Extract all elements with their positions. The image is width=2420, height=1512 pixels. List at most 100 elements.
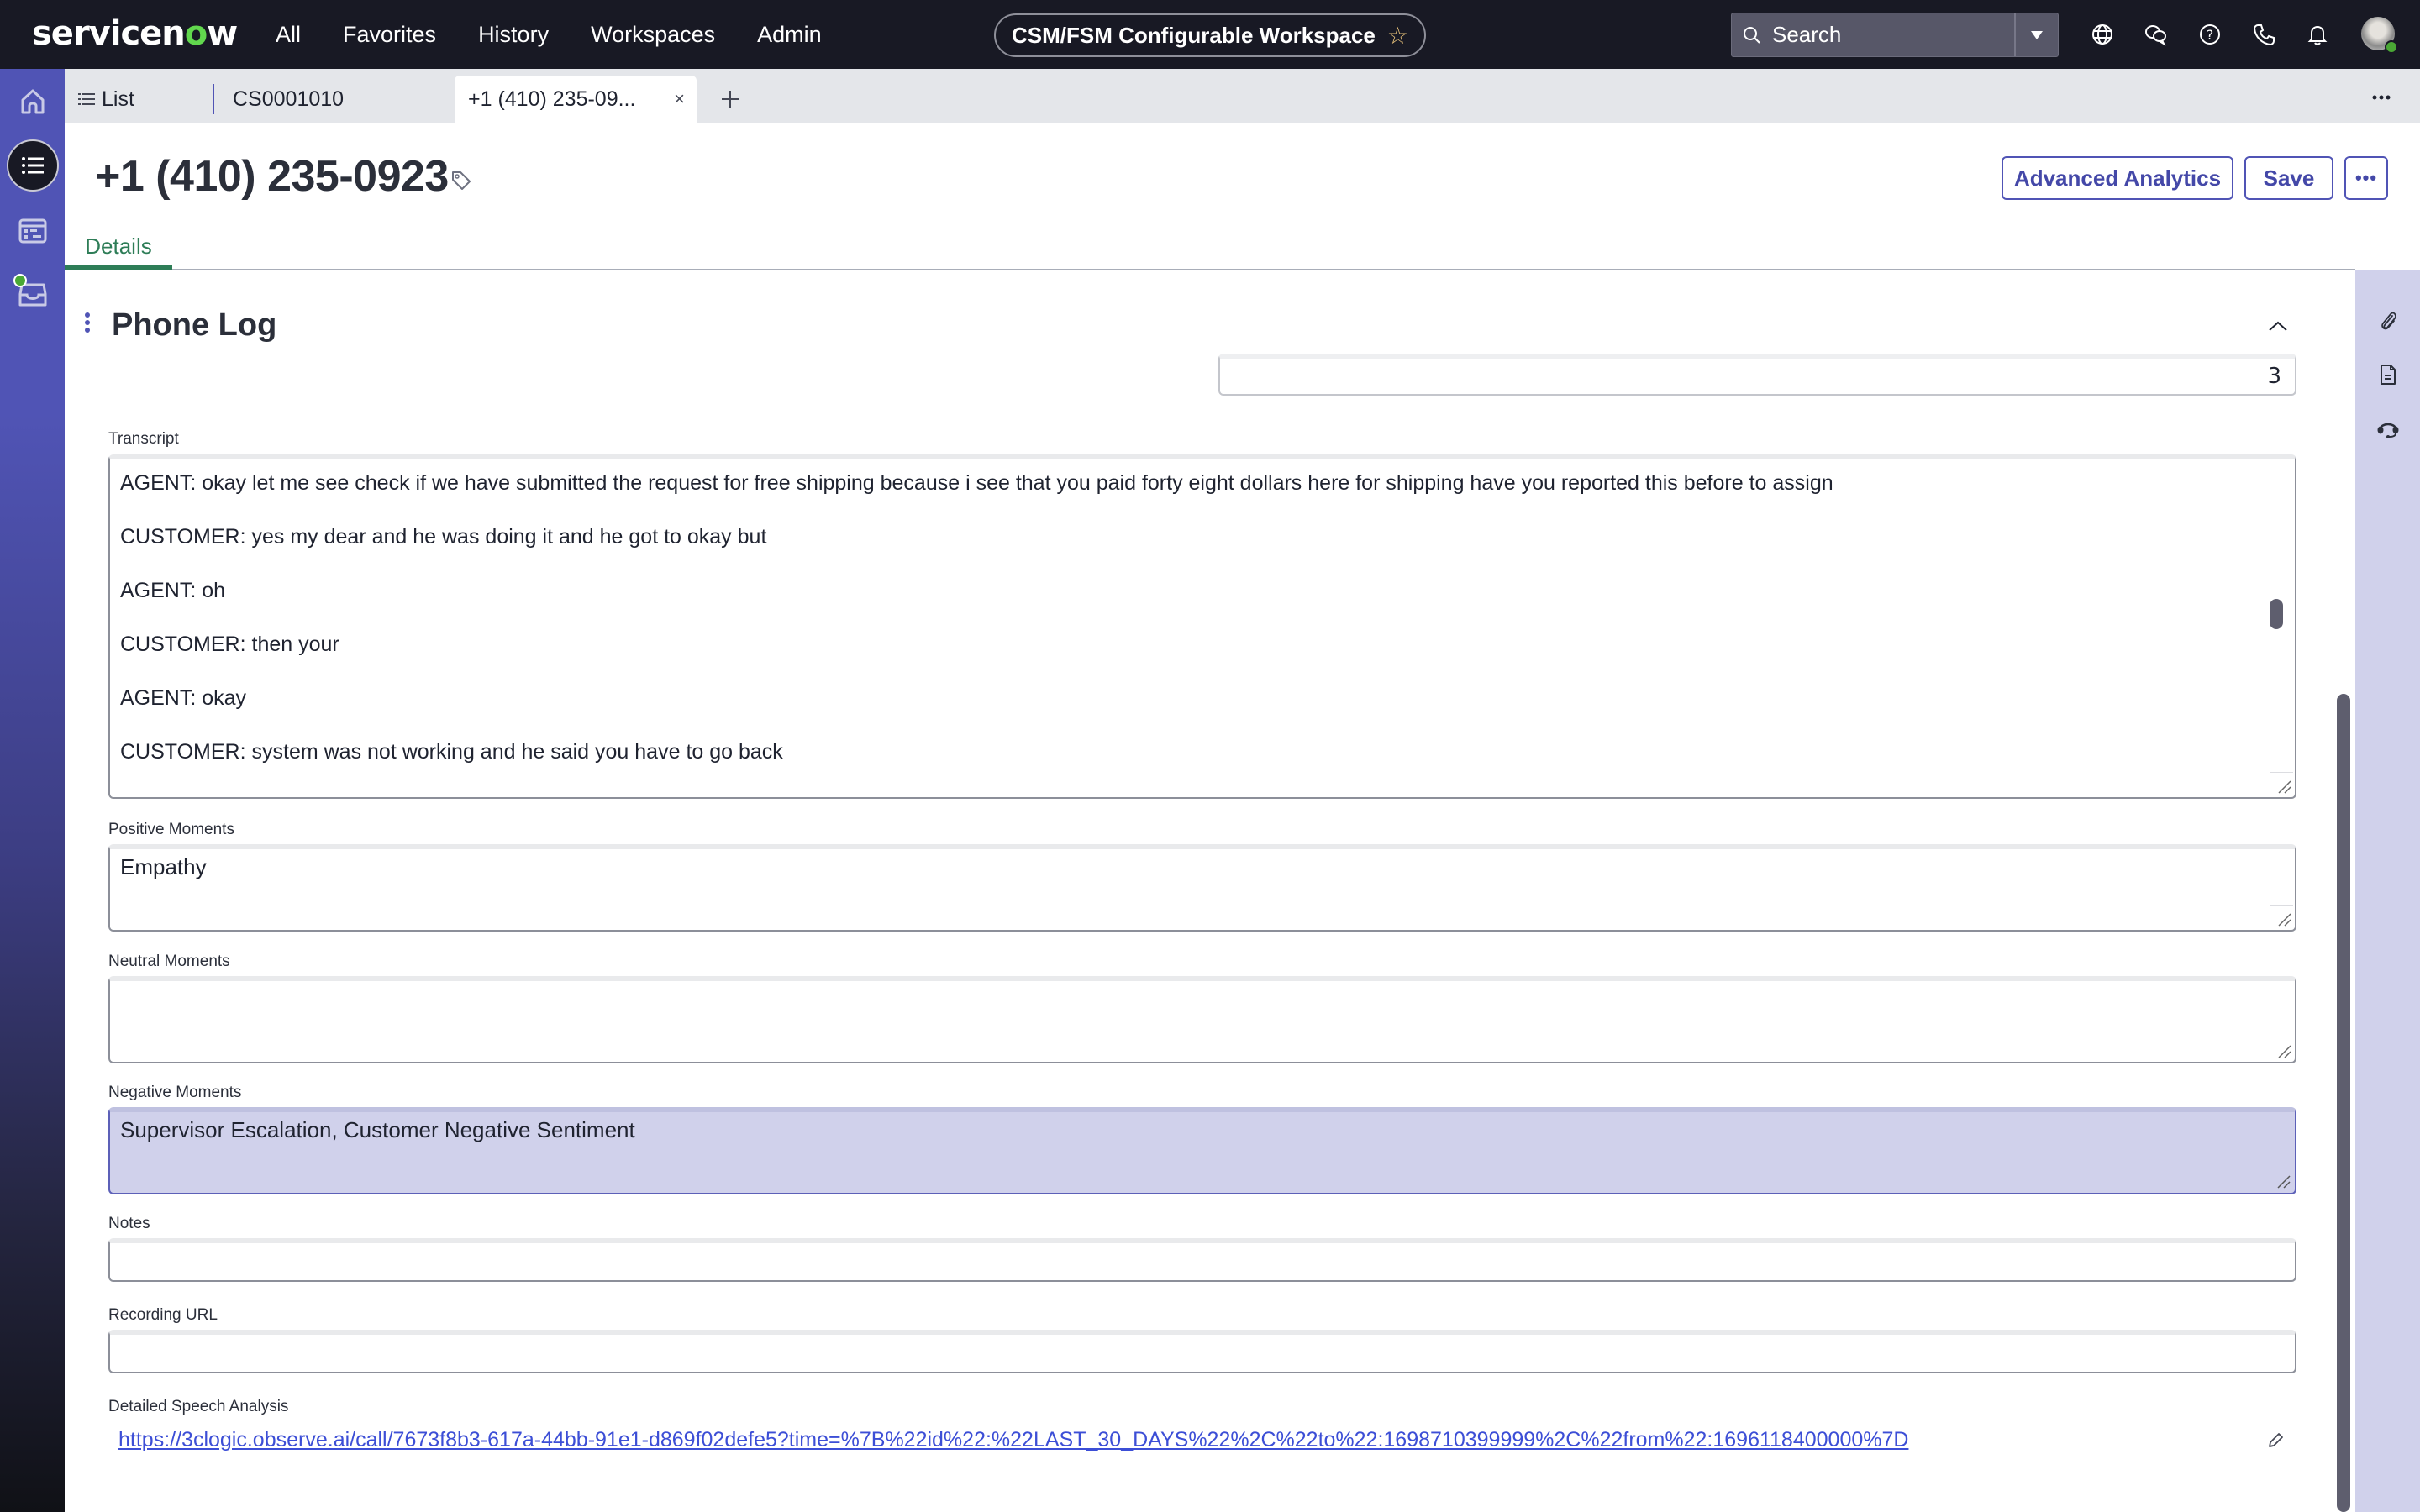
tab-list-label: List [102, 87, 134, 111]
drag-handle-icon[interactable] [85, 312, 92, 336]
nav-history[interactable]: History [478, 22, 549, 48]
record-tabs: Details [65, 227, 2355, 270]
document-icon [2380, 365, 2396, 385]
notes-field [108, 1238, 2296, 1282]
resize-handle-icon[interactable] [2270, 772, 2293, 795]
agent-assist-button[interactable] [2355, 407, 2420, 450]
attachments-button[interactable] [2355, 299, 2420, 343]
plus-icon [722, 91, 739, 108]
tab-list[interactable]: List [78, 76, 134, 123]
close-icon[interactable]: × [674, 88, 685, 110]
paperclip-icon [2381, 312, 2396, 330]
transcript-line: CUSTOMER: system was not working and he … [120, 740, 783, 764]
nav-favorites[interactable]: Favorites [343, 22, 436, 48]
resize-handle-icon[interactable] [2270, 905, 2293, 928]
transcript-scrollbar[interactable] [2270, 599, 2283, 629]
list-lines-icon [78, 87, 95, 112]
negative-moments-label: Negative Moments [108, 1084, 242, 1101]
transcript-line: AGENT: oh [120, 579, 226, 602]
tab-divider [213, 84, 214, 114]
tab-details[interactable]: Details [65, 227, 172, 270]
recording-url-field [108, 1330, 2296, 1373]
headset-icon [2377, 423, 2398, 438]
section-title: Phone Log [112, 307, 277, 343]
positive-moments-label: Positive Moments [108, 821, 234, 838]
logo-text-end: w [207, 14, 238, 53]
transcript-line: AGENT: okay let me see check if we have … [120, 471, 1833, 495]
notes-label: Notes [108, 1215, 150, 1232]
more-horizontal-icon [2372, 95, 2391, 100]
transcript-line: CUSTOMER: then your [120, 633, 339, 656]
rail-dashboard-button[interactable] [0, 203, 65, 259]
tab-label: +1 (410) 235-09... [468, 87, 636, 111]
record-title: +1 (410) 235-0923 [95, 152, 449, 201]
nav-admin[interactable]: Admin [757, 22, 822, 48]
left-nav-rail [0, 69, 65, 1512]
workspace-tab-bar: List CS0001010 × +1 (410) 235-09... × [65, 69, 2420, 123]
phone-icon[interactable] [2237, 8, 2291, 61]
top-header-bar: servicenow All Favorites History Workspa… [0, 0, 2420, 69]
tab-overflow-menu[interactable] [2363, 81, 2400, 114]
chat-icon[interactable] [2129, 8, 2183, 61]
detailed-speech-analysis-label: Detailed Speech Analysis [108, 1398, 289, 1415]
negative-moments-textarea[interactable]: Supervisor Escalation, Customer Negative… [108, 1107, 2296, 1194]
add-tab-button[interactable] [712, 81, 749, 118]
tab-label: CS0001010 [233, 87, 345, 111]
recording-url-input[interactable] [110, 1335, 2295, 1372]
neutral-moments-label: Neutral Moments [108, 953, 230, 970]
positive-moments-textarea[interactable]: Empathy [108, 844, 2296, 932]
nav-all[interactable]: All [276, 22, 301, 48]
header-icon-group: ? [2075, 0, 2344, 69]
collapse-section-button[interactable] [2263, 311, 2293, 341]
home-icon [21, 89, 44, 114]
search-scope-dropdown[interactable] [2014, 13, 2058, 56]
chevron-up-icon [2269, 321, 2287, 331]
recording-url-label: Recording URL [108, 1306, 218, 1324]
presence-available-icon [2385, 40, 2398, 54]
rail-home-button[interactable] [0, 74, 65, 129]
speech-analysis-link[interactable]: https://3clogic.observe.ai/call/7673f8b3… [118, 1428, 1908, 1452]
status-check-badge [13, 274, 27, 287]
count-input[interactable] [1220, 359, 2295, 394]
servicenow-logo[interactable]: servicenow [32, 12, 238, 55]
resize-handle-icon[interactable] [2270, 1168, 2293, 1191]
list-icon [6, 139, 59, 192]
dashboard-icon [18, 218, 46, 244]
notes-input[interactable] [110, 1243, 2295, 1280]
logo-text: servicen [32, 14, 186, 53]
search-icon [1732, 25, 1772, 45]
tab-phone-log-active[interactable]: +1 (410) 235-09... × [455, 76, 697, 123]
transcript-line: CUSTOMER: yes my dear and he was doing i… [120, 525, 767, 549]
svg-text:?: ? [2207, 27, 2214, 43]
logo-o: o [184, 14, 208, 53]
resize-handle-icon[interactable] [2270, 1037, 2293, 1060]
transcript-label: Transcript [108, 430, 179, 448]
rail-inbox-button[interactable] [0, 267, 65, 323]
global-search [1731, 13, 2059, 57]
user-avatar[interactable] [2361, 17, 2398, 54]
save-button[interactable]: Save [2244, 156, 2333, 200]
record-details-button[interactable] [2355, 353, 2420, 396]
rail-list-button[interactable] [0, 138, 65, 193]
transcript-textarea[interactable]: AGENT: okay let me see check if we have … [108, 454, 2296, 799]
search-input[interactable] [1772, 22, 1999, 48]
negative-moments-value: Supervisor Escalation, Customer Negative… [120, 1117, 635, 1142]
positive-moments-value: Empathy [120, 854, 207, 879]
favorite-star-icon[interactable]: ☆ [1387, 22, 1408, 50]
caret-down-icon [2031, 30, 2043, 39]
bell-icon[interactable] [2291, 8, 2344, 61]
record-form: Phone Log Transcript AGENT: okay let me … [65, 270, 2355, 1512]
advanced-analytics-button[interactable]: Advanced Analytics [2002, 156, 2233, 200]
workspace-selector[interactable]: CSM/FSM Configurable Workspace ☆ [994, 13, 1426, 57]
neutral-moments-textarea[interactable] [108, 976, 2296, 1063]
edit-pencil-icon[interactable] [2266, 1431, 2285, 1454]
help-icon[interactable]: ? [2183, 8, 2237, 61]
nav-workspaces[interactable]: Workspaces [591, 22, 715, 48]
more-actions-button[interactable]: ••• [2344, 156, 2388, 200]
tag-icon[interactable] [450, 170, 472, 196]
globe-icon[interactable] [2075, 8, 2129, 61]
count-field [1218, 354, 2296, 396]
page-scrollbar[interactable] [2337, 694, 2350, 1512]
right-utility-rail [2355, 270, 2420, 1512]
main-nav: All Favorites History Workspaces Admin [276, 0, 864, 69]
